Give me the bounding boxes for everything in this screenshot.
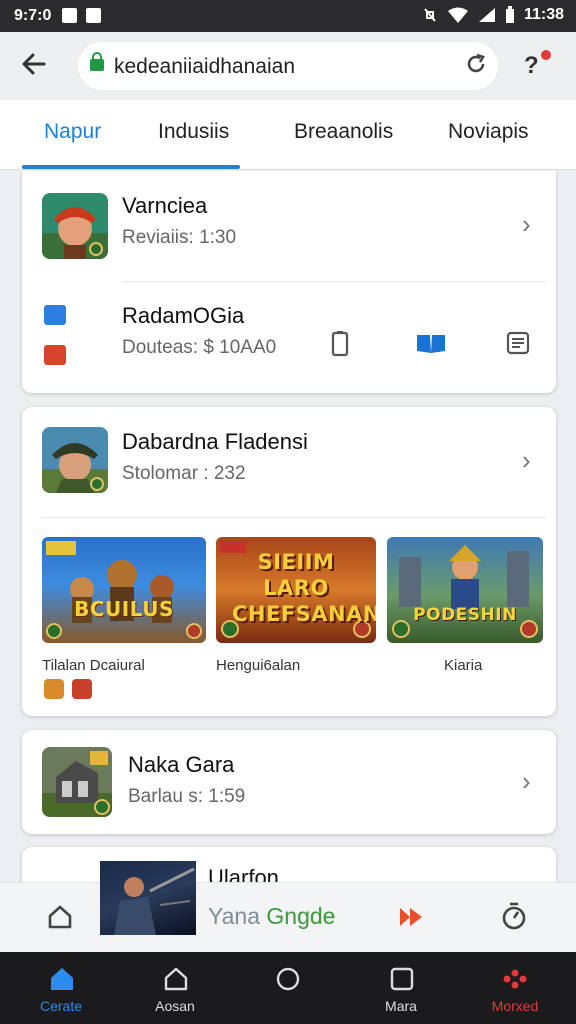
- tab-noviapis[interactable]: Noviapis: [448, 120, 529, 144]
- card-subtitle: Barlau s: 1:59: [128, 786, 246, 807]
- list-icon[interactable]: [506, 331, 530, 355]
- bottom-toolbar: Yana Gngde: [0, 861, 576, 952]
- list-card: Varnciea Reviaiis: 1:30 › RadamOGia Dout…: [22, 171, 556, 393]
- gift-icon: [44, 345, 66, 365]
- url-text: kedeaniiaidhanaian: [114, 55, 295, 78]
- phone-icon[interactable]: [330, 331, 350, 357]
- status-bar: 9:7:0 11:38: [0, 0, 576, 32]
- brand-wordmark-part: Gngde: [266, 903, 336, 929]
- bottom-navigation: Cerate Aosan Mara Morxed: [0, 952, 576, 1024]
- nav-label: Cerate: [39, 998, 83, 1014]
- tile-art-text: SIEIIM LARO CHEFSANAN: [232, 550, 376, 626]
- chevron-right-icon[interactable]: ›: [522, 766, 531, 797]
- notification-icon: [62, 8, 77, 23]
- nav-label: Aosan: [155, 998, 195, 1014]
- home-outline-icon[interactable]: [46, 903, 74, 931]
- reload-icon[interactable]: [464, 52, 488, 83]
- badge-icon: [44, 679, 64, 699]
- home-icon: [51, 968, 73, 990]
- card-subtitle: Reviaiis: 1:30: [122, 227, 237, 248]
- wifi-icon: [447, 7, 468, 23]
- card-title: RadamOGia: [122, 303, 245, 328]
- game-thumbnail[interactable]: [100, 861, 196, 935]
- brand-wordmark: Yana Gngde: [208, 903, 335, 930]
- active-tab-indicator: [22, 165, 240, 169]
- divider: [122, 281, 546, 282]
- nav-item-center[interactable]: [243, 958, 333, 1018]
- card-title: Varnciea: [122, 193, 208, 218]
- nav-item-morxed[interactable]: Morxed: [470, 958, 560, 1018]
- tile-caption: Tilalan Dcaiural: [42, 657, 145, 674]
- nav-item-cerate[interactable]: Cerate: [16, 958, 106, 1018]
- chevron-right-icon[interactable]: ›: [522, 209, 531, 240]
- game-tile[interactable]: SIEIIM LARO CHEFSANAN: [216, 537, 376, 643]
- content-list: Varnciea Reviaiis: 1:30 › RadamOGia Dout…: [0, 171, 576, 882]
- mute-icon: [424, 8, 436, 22]
- nav-label: Mara: [385, 998, 417, 1014]
- signal-icon: [478, 8, 495, 22]
- circle-icon: [276, 967, 300, 991]
- nav-item-mara[interactable]: Mara: [356, 958, 446, 1018]
- lock-icon: [90, 52, 104, 71]
- notification-icon: [86, 8, 101, 23]
- card-title: Naka Gara: [128, 752, 235, 777]
- card-subtitle: Stolomar : 232: [122, 463, 246, 484]
- tab-breaanolis[interactable]: Breaanolis: [294, 120, 393, 144]
- book-icon[interactable]: [416, 333, 446, 355]
- card-subtitle: Douteas: $ 10AA0: [122, 337, 277, 358]
- tab-napur[interactable]: Napur: [44, 120, 101, 144]
- browser-toolbar: kedeaniiaidhanaian ?: [0, 32, 576, 100]
- timer-icon[interactable]: [500, 901, 528, 931]
- game-avatar[interactable]: [42, 747, 112, 817]
- fast-forward-icon[interactable]: [398, 905, 424, 929]
- tile-art-text: BCUILUS: [74, 597, 174, 621]
- list-card: Dabardna Fladensi Stolomar : 232 › BCUIL…: [22, 407, 556, 716]
- nav-label: Morxed: [491, 998, 539, 1014]
- address-bar[interactable]: kedeaniiaidhanaian: [78, 42, 498, 90]
- nav-item-aosan[interactable]: Aosan: [130, 958, 220, 1018]
- card-title: Ularfon: [208, 865, 279, 882]
- divider: [42, 517, 546, 518]
- badge-icon: [72, 679, 92, 699]
- list-card: Naka Gara Barlau s: 1:59 ›: [22, 730, 556, 834]
- game-avatar[interactable]: [42, 427, 108, 493]
- house-outline-icon: [164, 967, 188, 991]
- dots-icon: [503, 969, 527, 989]
- status-time: 9:7:0: [14, 7, 52, 24]
- tile-caption: Kiaria: [444, 657, 483, 674]
- app-store-icon: [44, 305, 66, 325]
- brand-wordmark-part: Yana: [208, 903, 267, 929]
- game-tile[interactable]: PODESHIN: [387, 537, 543, 643]
- card-title: Dabardna Fladensi: [122, 429, 308, 454]
- game-tile[interactable]: BCUILUS: [42, 537, 206, 643]
- menu-icon[interactable]: ?: [524, 52, 539, 80]
- chevron-right-icon[interactable]: ›: [522, 445, 531, 476]
- tab-indusiis[interactable]: Indusiis: [158, 120, 229, 144]
- tile-caption: Hengui6alan: [216, 657, 301, 674]
- category-tabs: Napur Indusiis Breaanolis Noviapis: [0, 100, 576, 170]
- menu-badge: [541, 50, 551, 60]
- back-arrow-icon[interactable]: [20, 50, 52, 82]
- battery-icon: [505, 6, 514, 23]
- game-avatar[interactable]: [42, 193, 108, 259]
- status-clock: 11:38: [523, 6, 564, 23]
- square-icon: [390, 967, 414, 991]
- tile-art-text: PODESHIN: [413, 605, 517, 625]
